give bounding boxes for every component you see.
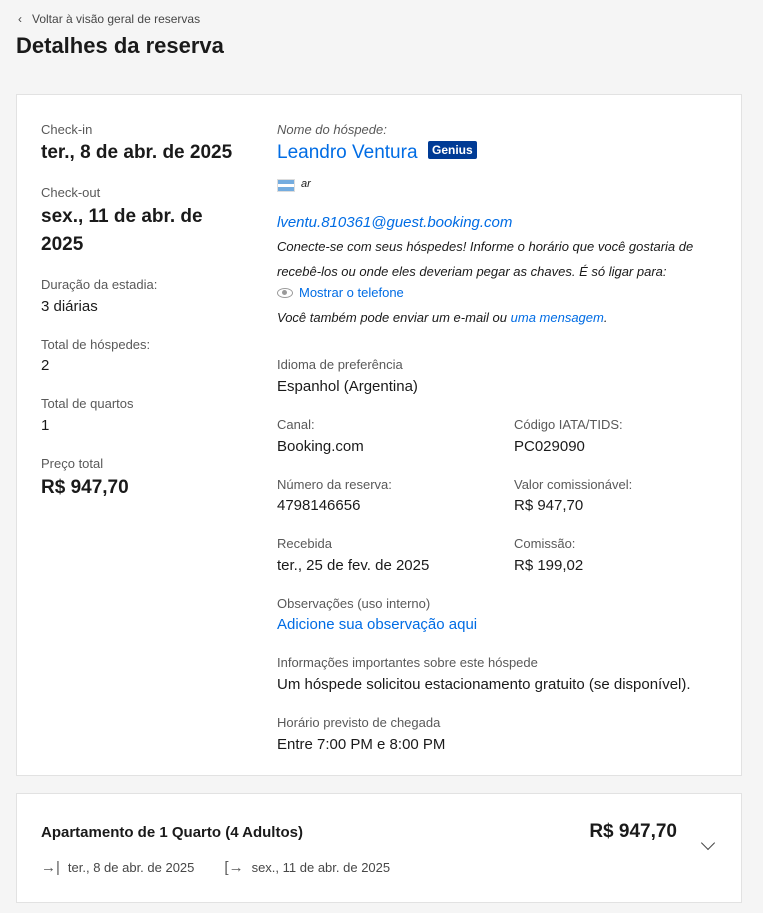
- booking-number-value: 4798146656: [277, 497, 361, 514]
- notes-label: Observações (uso interno): [277, 596, 431, 611]
- guest-country: ar: [301, 178, 311, 190]
- email-note: Você também pode enviar um e-mail ou uma…: [277, 310, 607, 325]
- channel-label: Canal:: [277, 417, 315, 432]
- important-info-value: Um hóspede solicitou estacionamento grat…: [277, 676, 691, 693]
- chevron-down-icon[interactable]: [700, 835, 716, 851]
- checkout-label: Check-out: [41, 185, 101, 200]
- language-label: Idioma de preferência: [277, 357, 403, 372]
- checkin-value: ter., 8 de abr. de 2025: [41, 142, 233, 163]
- commission-label: Comissão:: [514, 536, 576, 551]
- room-checkin-date: ter., 8 de abr. de 2025: [67, 860, 195, 875]
- language-value: Espanhol (Argentina): [277, 378, 418, 395]
- received-label: Recebida: [277, 536, 332, 551]
- important-info-label: Informações importantes sobre este hóspe…: [277, 655, 538, 670]
- contact-text-line1: Conecte-se com seus hóspedes! Informe o …: [277, 239, 694, 254]
- send-message-link[interactable]: uma mensagem: [511, 310, 604, 325]
- arrival-time-label: Horário previsto de chegada: [277, 715, 441, 730]
- room-title: Apartamento de 1 Quarto (4 Adultos): [41, 824, 303, 841]
- room-checkout-date: sex., 11 de abr. de 2025: [251, 860, 391, 875]
- genius-badge: Genius: [428, 141, 477, 159]
- arrival-time-value: Entre 7:00 PM e 8:00 PM: [277, 736, 446, 753]
- rooms-value: 1: [41, 417, 50, 434]
- add-note-link[interactable]: Adicione sua observação aqui: [277, 616, 477, 633]
- duration-label: Duração da estadia:: [41, 277, 158, 292]
- guest-name-label: Nome do hóspede:: [277, 122, 387, 137]
- eye-icon: [277, 287, 293, 298]
- room-dates: →| ter., 8 de abr. de 2025 [→ sex., 11 d…: [41, 859, 390, 876]
- channel-value: Booking.com: [277, 438, 364, 455]
- guests-label: Total de hóspedes:: [41, 337, 151, 352]
- guest-name-link[interactable]: Leandro Ventura: [277, 142, 418, 164]
- email-note-prefix: Você também pode enviar um e-mail ou: [277, 310, 511, 325]
- email-note-suffix: .: [603, 310, 608, 325]
- contact-text-line2: recebê-los ou onde eles deveriam pegar a…: [277, 264, 667, 279]
- commissionable-value: R$ 947,70: [514, 497, 584, 514]
- checkout-value-line1: sex., 11 de abr. de: [41, 206, 203, 227]
- check-in-arrow-icon: →|: [41, 859, 60, 876]
- guest-email-link[interactable]: lventu.810361@guest.booking.com: [277, 214, 512, 231]
- rooms-label: Total de quartos: [41, 396, 134, 411]
- received-value: ter., 25 de fev. de 2025: [277, 557, 430, 574]
- back-to-reservations-link[interactable]: ‹ Voltar à visão geral de reservas: [18, 12, 200, 26]
- commissionable-label: Valor comissionável:: [514, 477, 633, 492]
- reservation-details-card: Check-in ter., 8 de abr. de 2025 Check-o…: [16, 94, 742, 776]
- check-out-arrow-icon: [→: [224, 859, 244, 876]
- show-phone-button[interactable]: Mostrar o telefone: [277, 285, 404, 300]
- price-label: Preço total: [41, 456, 104, 471]
- guests-value: 2: [41, 357, 50, 374]
- argentina-flag-icon: [277, 179, 295, 192]
- price-value: R$ 947,70: [41, 477, 129, 498]
- iata-label: Código IATA/TIDS:: [514, 417, 623, 432]
- back-link-label: Voltar à visão geral de reservas: [32, 12, 201, 26]
- room-price: R$ 947,70: [589, 821, 677, 842]
- checkout-value-line2: 2025: [41, 234, 84, 255]
- show-phone-label: Mostrar o telefone: [299, 285, 404, 300]
- checkin-label: Check-in: [41, 122, 93, 137]
- duration-value: 3 diárias: [41, 298, 98, 315]
- iata-value: PC029090: [514, 438, 585, 455]
- room-summary-card[interactable]: Apartamento de 1 Quarto (4 Adultos) R$ 9…: [16, 793, 742, 903]
- page-title: Detalhes da reserva: [16, 33, 224, 58]
- commission-value: R$ 199,02: [514, 557, 584, 574]
- chevron-left-icon: ‹: [18, 12, 22, 26]
- booking-number-label: Número da reserva:: [277, 477, 392, 492]
